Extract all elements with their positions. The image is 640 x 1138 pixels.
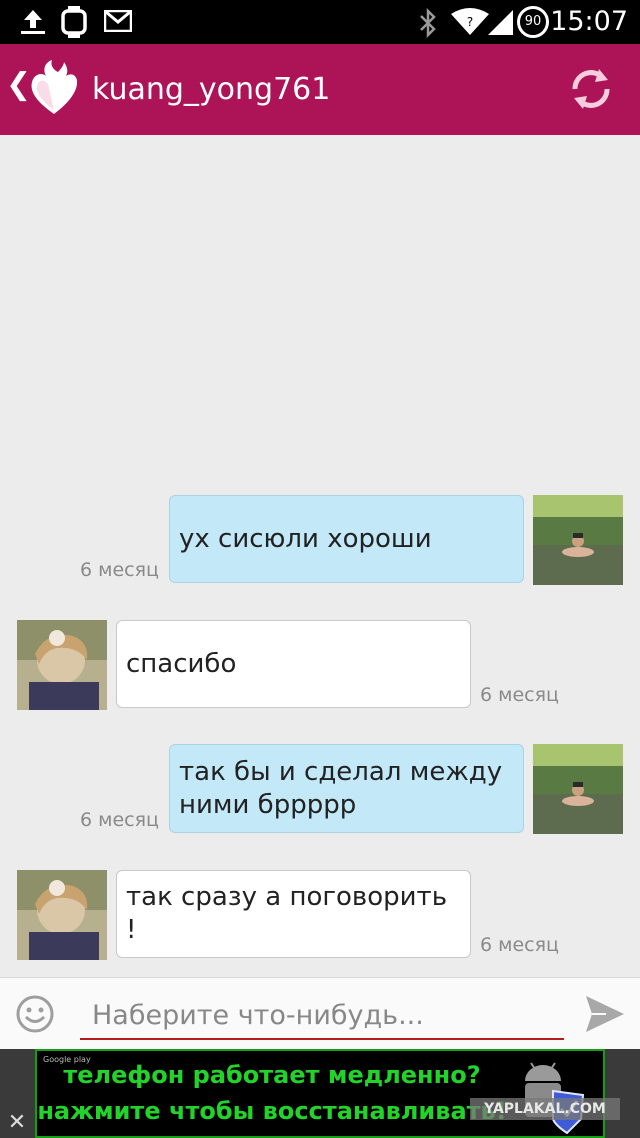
clock: 15:07 [550, 6, 628, 37]
bluetooth-icon [420, 8, 436, 38]
gmail-icon [104, 10, 132, 32]
avatar-photo [533, 744, 623, 834]
screen: ? 90 15:07 ❮ kuang_yong761 ух сисюли хор… [0, 0, 640, 1138]
message-bubble-outgoing[interactable]: ух сисюли хороши [169, 495, 524, 583]
avatar-photo [17, 620, 107, 710]
message-input[interactable] [80, 992, 564, 1040]
message-time: 6 месяц [480, 684, 559, 706]
close-ad-button[interactable]: ✕ [0, 1107, 34, 1138]
android-shield-icon [525, 1062, 585, 1135]
message-bubble-incoming[interactable]: так сразу а поговорить ! [116, 870, 471, 958]
message-text: так сразу а поговорить ! [126, 882, 448, 945]
avatar[interactable] [533, 744, 623, 834]
message-time: 6 месяц [80, 809, 159, 831]
message-time: 6 месяц [80, 559, 159, 581]
app-bar: ❮ kuang_yong761 [0, 44, 640, 135]
avatar-photo [533, 495, 623, 585]
svg-text:?: ? [467, 15, 473, 29]
signal-icon [488, 10, 513, 35]
battery-level: 90 [524, 14, 542, 29]
watermark: YAPLAKAL.COM [470, 1098, 620, 1120]
message-text: так бы и сделал между ними бррррр [179, 756, 503, 820]
emoji-icon[interactable] [16, 995, 54, 1033]
ad-line-2: нажмите чтобы восстанавливать! [37, 1097, 507, 1125]
flame-heart-logo[interactable] [28, 60, 80, 116]
send-icon[interactable] [584, 994, 626, 1034]
ad-banner[interactable]: Google play телефон работает медленно? н… [35, 1049, 605, 1138]
message-text: спасибо [126, 648, 237, 679]
message-time: 6 месяц [480, 934, 559, 956]
upload-icon [21, 10, 45, 34]
composer [0, 977, 640, 1049]
message-list[interactable]: ух сисюли хороши 6 месяц спасибо 6 месяц… [0, 135, 640, 977]
watch-icon [61, 6, 87, 38]
refresh-icon[interactable] [566, 64, 616, 114]
avatar[interactable] [17, 620, 107, 710]
avatar-photo [17, 870, 107, 960]
ad-line-1: телефон работает медленно? [63, 1061, 481, 1089]
status-bar: ? 90 15:07 [0, 0, 640, 44]
battery-icon: 90 [517, 6, 549, 38]
message-bubble-outgoing[interactable]: так бы и сделал между ними бррррр [169, 744, 524, 833]
message-text: ух сисюли хороши [179, 523, 432, 554]
message-bubble-incoming[interactable]: спасибо [116, 620, 471, 708]
ad-bar: ✕ Google play телефон работает медленно?… [0, 1049, 640, 1138]
chat-partner-name: kuang_yong761 [92, 72, 331, 107]
avatar[interactable] [533, 495, 623, 585]
avatar[interactable] [17, 870, 107, 960]
wifi-icon: ? [451, 8, 489, 35]
